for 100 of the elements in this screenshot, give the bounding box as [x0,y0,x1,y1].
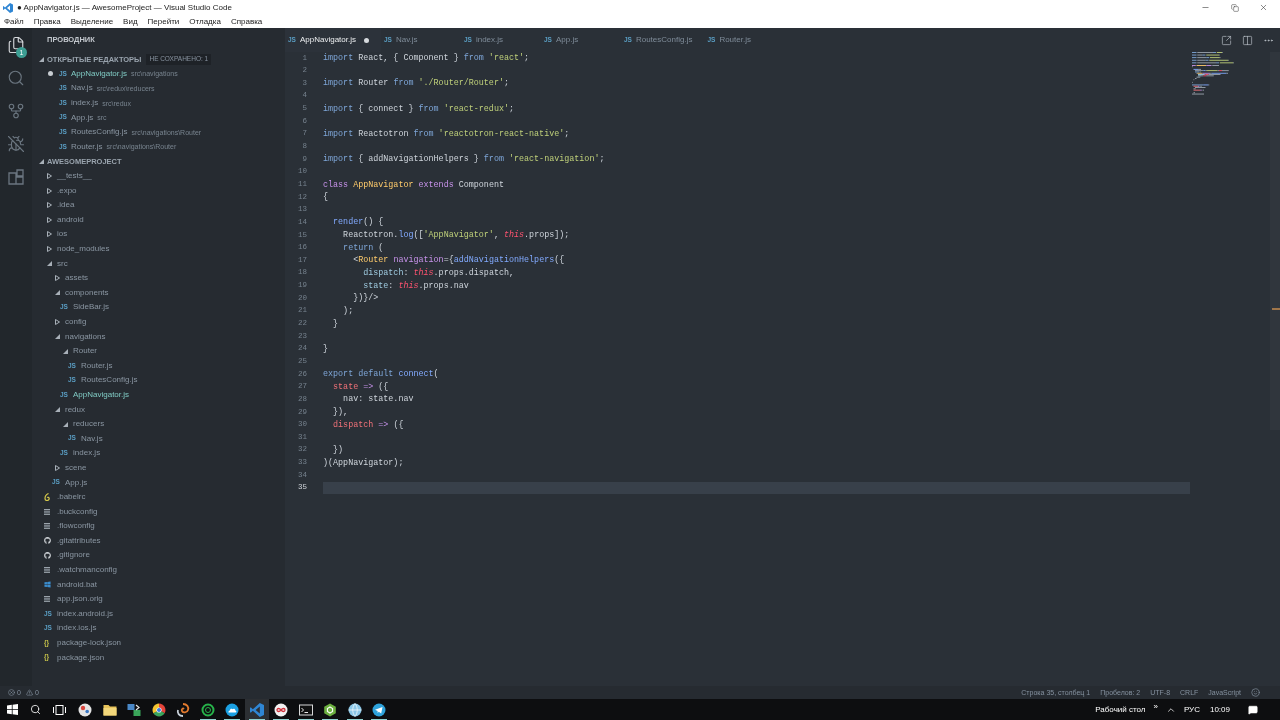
files-icon[interactable] [7,35,25,54]
caret-right-icon[interactable] [47,173,52,180]
folder-name[interactable]: navigations [65,332,106,341]
close-icon[interactable] [1259,3,1268,12]
file-name[interactable]: index.js [71,99,99,108]
file-name[interactable]: .watchmanconfig [57,566,118,575]
file-name[interactable]: .babelrc [57,493,86,502]
folder-name[interactable]: .idea [57,201,75,210]
caret-down-icon[interactable] [39,158,44,164]
active-taskbar-button[interactable] [244,699,269,720]
menu-item[interactable]: Выделение [70,17,114,26]
caret-right-icon[interactable] [55,464,60,471]
caret-right-icon[interactable] [55,319,60,325]
folder-name[interactable]: ios [57,230,68,239]
paper-plane-icon[interactable] [372,702,387,717]
color-wheel-icon[interactable] [151,702,166,717]
extensions-icon[interactable] [8,168,24,185]
caret-down-icon[interactable] [47,261,52,267]
swirl-icon[interactable] [176,702,191,717]
globe-icon[interactable] [347,702,362,717]
file-name[interactable]: .flowconfig [57,522,95,531]
folder-name[interactable]: .expo [57,186,77,195]
file-name[interactable]: App.js [65,478,88,487]
file-name[interactable]: index.js [73,449,101,458]
folder-name[interactable]: Router [73,347,97,356]
ribbon-logo-taskbar-icon[interactable] [249,702,264,717]
caret-right-icon[interactable] [47,202,52,209]
folder-name[interactable]: scene [65,463,87,472]
menu-item[interactable]: Отладка [189,17,221,26]
infinity-icon[interactable] [274,702,289,717]
file-name[interactable]: Nav.js [71,84,93,93]
menu-item[interactable]: Справка [230,17,263,26]
caret-down-icon[interactable] [55,407,60,413]
file-name[interactable]: Router.js [81,361,113,370]
file-name[interactable]: Nav.js [81,434,103,443]
menu-item[interactable]: Вид [123,17,138,26]
desktop-toolbar-label[interactable]: Рабочий стол [1095,705,1146,714]
folder-name[interactable]: assets [65,274,89,283]
file-name[interactable]: RoutesConfig.js [71,128,128,137]
smiley-icon[interactable] [1251,688,1260,697]
folder-name[interactable]: android [57,215,84,224]
menu-item[interactable]: Правка [33,17,61,26]
menu-item[interactable]: Файл [4,17,24,26]
minimap [1192,52,1235,95]
error-icon[interactable] [8,689,15,696]
file-name[interactable]: index.ios.js [57,624,97,633]
caret-right-icon[interactable] [47,231,52,238]
folder-name[interactable]: components [65,288,109,297]
file-name[interactable]: index.android.js [57,609,114,618]
search-icon[interactable] [30,704,41,715]
branch-icon[interactable] [7,101,25,120]
folder-icon[interactable] [102,702,117,717]
file-name[interactable]: package.json [57,653,105,662]
file-name[interactable]: .gitattributes [57,536,101,545]
transfer-icon[interactable] [127,702,142,717]
warning-icon[interactable] [25,689,33,696]
folder-name[interactable]: __tests__ [57,172,92,181]
folder-name[interactable]: reducers [73,420,105,429]
ring-icon[interactable] [200,702,215,717]
input-language[interactable]: РУС [1183,705,1200,714]
file-name[interactable]: .buckconfig [57,507,98,516]
file-name[interactable]: package-lock.json [57,639,122,648]
speech-bubble-icon[interactable] [1248,704,1258,715]
terminal-icon[interactable] [298,702,313,717]
caret-down-icon[interactable] [63,348,68,354]
file-name[interactable]: App.js [71,113,94,122]
code-line: state => ({ [332,382,389,392]
file-name[interactable]: RoutesConfig.js [81,376,138,385]
file-name[interactable]: SideBar.js [73,303,110,312]
caret-right-icon[interactable] [47,246,52,252]
toolbar-overflow-chevron[interactable]: » [1153,703,1158,711]
folder-name[interactable]: redux [65,405,85,414]
clock[interactable]: 10:09 [1209,705,1230,714]
caret-down-icon[interactable] [55,334,60,340]
folder-name[interactable]: config [65,318,87,326]
caret-right-icon[interactable] [47,216,52,223]
caret-down-icon[interactable] [55,290,60,296]
file-name[interactable]: .gitignore [57,551,90,560]
cloud-icon[interactable] [225,702,240,717]
folder-name[interactable]: src [57,259,68,268]
menu-item[interactable]: Перейти [147,17,180,26]
caret-down-icon[interactable] [39,56,44,62]
scrollbar-thumb[interactable] [1270,52,1280,430]
crossed-bug-icon[interactable] [7,134,25,153]
lines-icon [44,508,50,515]
caret-right-icon[interactable] [47,187,52,194]
file-name[interactable]: AppNavigator.js [73,390,130,399]
file-name[interactable]: AppNavigator.js [71,69,128,78]
file-name[interactable]: app.json.orig [57,595,103,604]
caret-right-icon[interactable] [55,275,60,282]
split-editor-icon[interactable] [1242,34,1253,46]
file-name[interactable]: android.bat [57,580,98,589]
palette-icon[interactable] [78,702,93,717]
file-name[interactable]: Router.js [71,142,103,151]
open-window-icon[interactable] [1221,34,1232,46]
task-view-icon[interactable] [52,704,66,715]
window-panes-icon[interactable] [6,704,18,715]
caret-down-icon[interactable] [63,421,68,427]
hexagon-icon[interactable] [323,702,338,717]
folder-name[interactable]: node_modules [57,245,110,253]
